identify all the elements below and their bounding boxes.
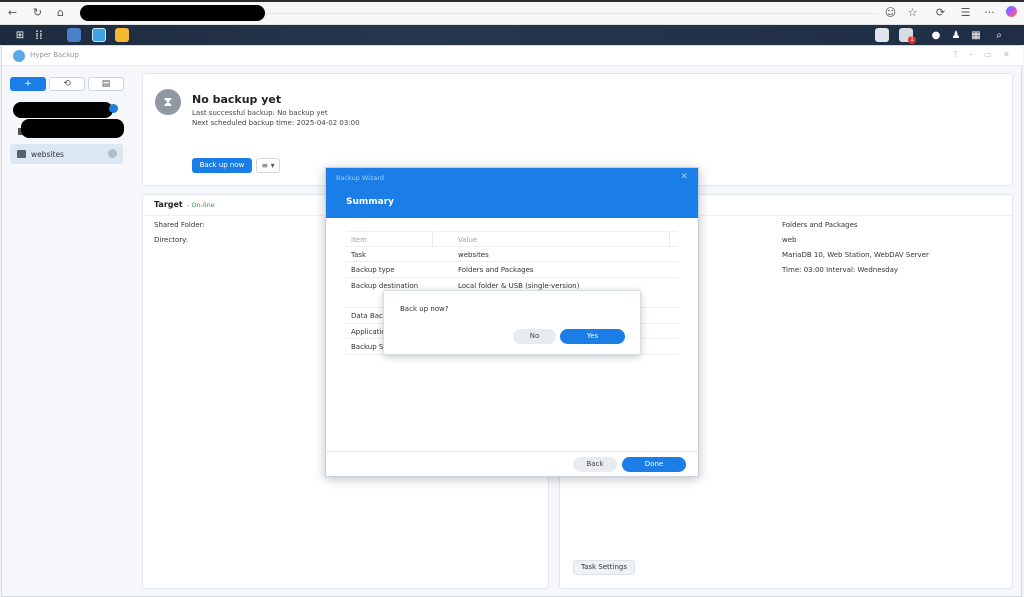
app-title: Hyper Backup [30,51,79,59]
row-value: Local folder & USB (single-version) [458,281,580,290]
redacted-task-name [13,102,113,118]
last-backup-text: Last successful backup: No backup yet [192,109,328,117]
browser-toolbar: ← ↻ ⌂ ☺ ☆ ⟳ ☰ ··· [0,0,1024,25]
file-station-icon[interactable] [115,28,129,42]
hourglass-icon: ⧗ [155,89,181,115]
download-icon[interactable] [875,28,889,42]
row-value: websites [458,250,489,259]
user-icon[interactable]: ♟ [945,25,967,45]
no-button[interactable]: No [513,329,556,344]
copilot-icon[interactable] [1005,6,1018,19]
row-item: Backup destination [351,281,419,290]
row-item: Backup S [351,343,384,351]
table-row: Task websites [346,247,678,262]
column-header-value: Value [458,236,478,244]
wizard-title: Summary [346,197,395,207]
history-icon: ⟲ [63,79,71,89]
back-button[interactable]: Back [573,457,617,472]
browser-tab-strip [0,0,1024,2]
status-title: No backup yet [192,93,282,106]
next-backup-text: Next scheduled backup time: 2025-04-02 0… [192,119,360,127]
schedule-value: Time: 03:00 Interval: Wednesday [782,266,899,274]
log-icon: ▤ [101,79,111,89]
notification-icon[interactable]: 1 [899,28,916,44]
task-settings-button[interactable]: Task Settings [573,560,635,575]
sidebar-item-label: websites [31,150,64,159]
confirm-dialog: Back up now? No Yes [383,290,641,355]
address-bar[interactable] [80,5,265,21]
sidebar-item-websites[interactable]: websites [10,144,123,164]
row-item: Applicatio [351,327,386,336]
package-center-icon[interactable] [67,28,81,42]
pending-status-icon [108,149,117,158]
wizard-header: Backup Wizard ✕ Summary [326,168,698,218]
hyper-backup-icon[interactable] [92,28,106,42]
grid-icon[interactable]: ⁞⁞ [28,25,50,45]
column-divider[interactable] [432,231,433,247]
notification-badge: 1 [908,36,916,44]
dsm-taskbar: ⊞ ⁞⁞ 1 ● ♟ ▦ ⌕ [0,25,1024,45]
close-window-button[interactable]: ✕ [1003,50,1010,59]
back-up-now-button[interactable]: Back up now [192,158,252,173]
applications-value: MariaDB 10, Web Station, WebDAV Server [782,251,929,259]
wizard-caption: Backup Wizard [336,174,385,182]
hyper-backup-logo-icon [13,50,25,62]
collections-icon[interactable]: ☰ [959,6,972,19]
done-button[interactable]: Done [622,457,686,472]
search-icon[interactable]: ⌕ [988,25,1010,45]
row-item: Backup type [351,266,395,274]
redacted-task-detail [21,119,124,138]
window-title-bar: Hyper Backup ? – ▭ ✕ [2,46,1023,66]
backup-type-value: Folders and Packages [782,221,858,229]
minimize-button[interactable]: – [969,50,973,59]
target-status: - On-line [187,201,215,209]
row-value: Folders and Packages [458,266,534,274]
folder-package-icon [17,150,26,158]
column-divider[interactable] [669,231,670,247]
divider [326,451,698,452]
reader-icon[interactable]: ☺ [884,6,897,19]
extensions-icon[interactable]: ⟳ [934,6,947,19]
actions-menu-button[interactable]: ≡ ▾ [256,158,280,173]
source-folder-value: web [782,236,797,244]
table-header-row: Item Value [346,231,678,247]
confirm-message: Back up now? [400,305,449,313]
close-icon[interactable]: ✕ [680,172,688,182]
target-title: Target [154,200,183,209]
history-button[interactable]: ⟲ [49,77,85,91]
chat-icon[interactable]: ● [925,25,947,45]
maximize-button[interactable]: ▭ [984,50,992,59]
row-item: Task [351,250,367,259]
favorite-icon[interactable]: ☆ [906,6,919,19]
more-icon[interactable]: ··· [983,6,996,19]
arrow-left-icon[interactable]: ← [6,6,19,19]
yes-button[interactable]: Yes [560,329,625,344]
task-status-icon [109,104,118,113]
widgets-icon[interactable]: ▦ [965,25,987,45]
shared-folder-label: Shared Folder: [154,221,205,229]
log-button[interactable]: ▤ [88,77,124,91]
reload-icon[interactable]: ↻ [31,6,44,19]
column-header-item: Item [351,236,367,244]
directory-label: Directory: [154,236,189,244]
help-button[interactable]: ? [953,50,957,59]
home-icon[interactable]: ⌂ [54,6,67,19]
table-row: Backup type Folders and Packages [346,262,678,278]
address-bar-extent [266,13,878,14]
add-task-button[interactable]: + [10,77,46,91]
row-item: Data Back [351,312,387,320]
